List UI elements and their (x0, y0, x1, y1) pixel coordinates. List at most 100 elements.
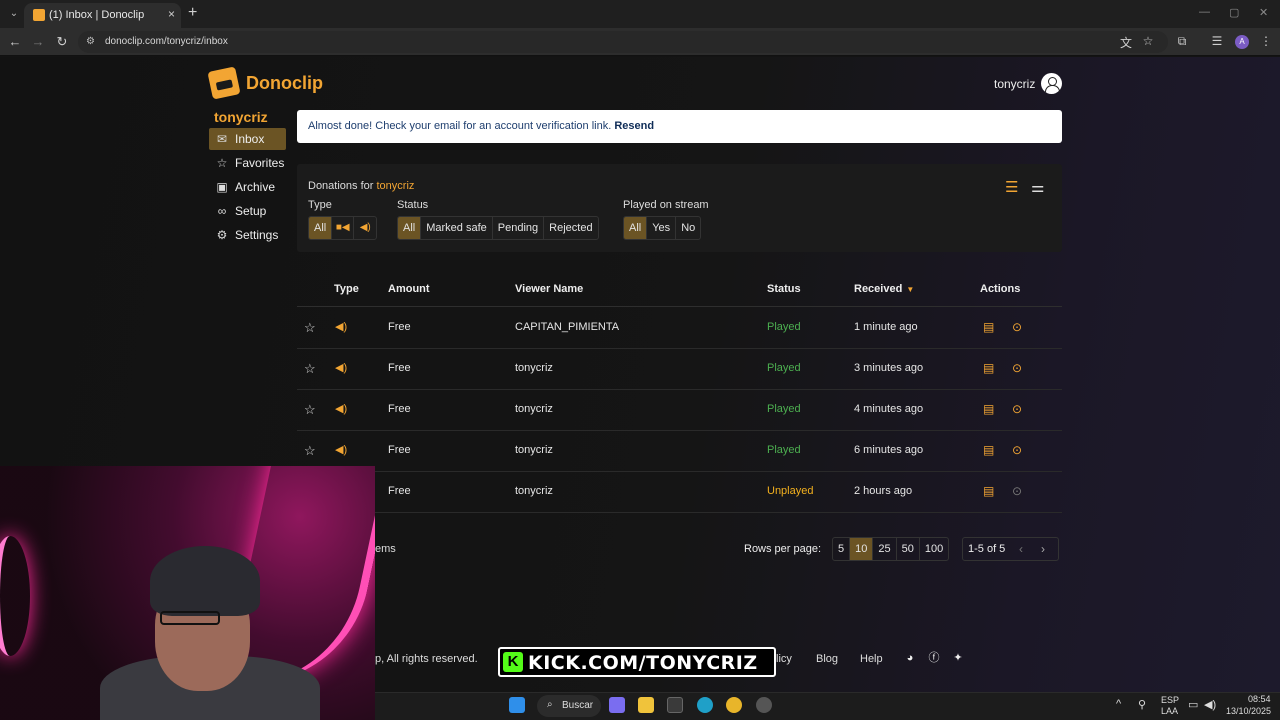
tray-chevron-icon[interactable]: ^ (1116, 698, 1121, 710)
table-row[interactable]: ☆ ◀) Free CAPITAN_PIMIENTA Played 1 minu… (297, 308, 1062, 349)
bookmark-star-icon[interactable]: ☆ (1140, 34, 1156, 48)
network-icon[interactable]: ▭ (1188, 698, 1198, 711)
rows-option-10[interactable]: 10 (850, 538, 874, 560)
gear-icon: ⚙ (216, 228, 228, 242)
play-action-icon[interactable]: ⊙ (1012, 443, 1022, 457)
archive-action-icon[interactable]: ▤ (983, 443, 994, 457)
status-pending-option[interactable]: Pending (493, 217, 545, 239)
viewer-cell: tonycriz (515, 444, 553, 456)
next-page-icon[interactable]: › (1041, 542, 1045, 556)
browser-menu-icon[interactable]: ⋮ (1258, 34, 1274, 48)
rows-option-25[interactable]: 25 (873, 538, 897, 560)
received-cell: 2 hours ago (854, 485, 913, 497)
sidebar-username: tonycriz (214, 109, 268, 125)
received-cell: 1 minute ago (854, 321, 918, 333)
maximize-icon[interactable]: ▢ (1229, 6, 1239, 19)
header-username[interactable]: tonycriz (994, 77, 1035, 91)
sidebar-item-settings[interactable]: ⚙ Settings (209, 224, 286, 246)
video-icon[interactable]: ■◀ (332, 217, 355, 239)
extensions-icon[interactable]: ⧉ (1174, 34, 1190, 49)
footer-blog-link[interactable]: Blog (816, 653, 838, 665)
type-all-option[interactable]: All (309, 217, 333, 239)
archive-action-icon[interactable]: ▤ (983, 402, 994, 416)
rows-option-5[interactable]: 5 (833, 538, 851, 560)
language-layout[interactable]: LAA (1161, 706, 1178, 716)
table-row[interactable]: Free tonycriz Unplayed 2 hours ago ▤ ⊙ (297, 472, 1062, 513)
audio-donation-icon: ◀) (335, 403, 348, 415)
kick-overlay-banner: K KICK.COM/TONYCRIZ (498, 647, 776, 677)
account-icon[interactable] (1041, 73, 1062, 94)
forward-icon[interactable]: → (30, 34, 46, 49)
verification-alert: Almost done! Check your email for an acc… (297, 110, 1062, 143)
played-yes-option[interactable]: Yes (647, 217, 677, 239)
profile-avatar[interactable]: A (1235, 35, 1249, 49)
table-row[interactable]: ☆ ◀) Free tonycriz Played 3 minutes ago … (297, 349, 1062, 390)
browser-tab-bar: ⌄ (1) Inbox | Donoclip × + — ▢ ✕ (0, 0, 1280, 28)
alert-message: Almost done! Check your email for an acc… (308, 120, 654, 132)
sidebar-item-favorites[interactable]: ☆ Favorites (209, 152, 286, 174)
url-text[interactable]: donoclip.com/tonycriz/inbox (105, 36, 228, 47)
resend-link[interactable]: Resend (614, 120, 654, 132)
favorite-star-icon[interactable]: ☆ (304, 443, 316, 459)
translate-icon[interactable]: 文 (1118, 34, 1134, 51)
rows-option-100[interactable]: 100 (920, 538, 948, 560)
table-row[interactable]: ☆ ◀) Free tonycriz Played 6 minutes ago … (297, 431, 1062, 472)
back-icon[interactable]: ← (7, 34, 23, 49)
language-code[interactable]: ESP (1161, 695, 1179, 705)
site-info-icon[interactable]: ⚙ (86, 36, 95, 47)
played-all-option[interactable]: All (624, 217, 648, 239)
clock-date[interactable]: 13/10/2025 (1226, 706, 1271, 716)
archive-action-icon[interactable]: ▤ (983, 361, 994, 375)
play-action-icon[interactable]: ⊙ (1012, 484, 1022, 498)
filter-icon[interactable]: ☰ (1005, 178, 1018, 196)
play-action-icon[interactable]: ⊙ (1012, 402, 1022, 416)
new-tab-icon[interactable]: + (188, 4, 197, 22)
header-received[interactable]: Received ▼ (854, 283, 914, 295)
file-explorer-icon[interactable] (638, 697, 654, 713)
status-marked-safe-option[interactable]: Marked safe (421, 217, 493, 239)
store-icon[interactable] (667, 697, 683, 713)
columns-settings-icon[interactable]: ⚌ (1031, 178, 1044, 196)
volume-icon[interactable]: ◀) (1204, 698, 1216, 711)
tab-close-icon[interactable]: × (168, 7, 175, 21)
play-action-icon[interactable]: ⊙ (1012, 320, 1022, 334)
favorite-star-icon[interactable]: ☆ (304, 402, 316, 418)
window-close-icon[interactable]: ✕ (1259, 6, 1268, 19)
play-action-icon[interactable]: ⊙ (1012, 361, 1022, 375)
browser-tab[interactable]: (1) Inbox | Donoclip × (24, 3, 181, 28)
reading-list-icon[interactable]: ☰ (1209, 34, 1225, 48)
facebook-icon[interactable]: ⓕ (927, 651, 941, 665)
sidebar-item-inbox[interactable]: ✉ Inbox (209, 128, 286, 150)
microphone-icon[interactable]: ⚲ (1138, 698, 1146, 711)
twitter-icon[interactable]: ✦ (951, 651, 965, 665)
windows-start-icon[interactable] (509, 697, 525, 713)
footer-policy-link[interactable]: licy (776, 653, 792, 665)
tab-search-icon[interactable]: ⌄ (6, 6, 22, 22)
donations-title-user[interactable]: tonycriz (377, 180, 415, 192)
chrome-icon[interactable] (726, 697, 742, 713)
played-no-option[interactable]: No (676, 217, 700, 239)
status-rejected-option[interactable]: Rejected (544, 217, 597, 239)
webcam-overlay (0, 466, 375, 720)
clock-time[interactable]: 08:54 (1248, 694, 1271, 704)
footer-help-link[interactable]: Help (860, 653, 883, 665)
table-row[interactable]: ☆ ◀) Free tonycriz Played 4 minutes ago … (297, 390, 1062, 431)
status-all-option[interactable]: All (398, 217, 422, 239)
favorite-star-icon[interactable]: ☆ (304, 320, 316, 336)
rows-option-50[interactable]: 50 (897, 538, 920, 560)
sidebar-item-setup[interactable]: ∞ Setup (209, 200, 286, 222)
copilot-icon[interactable] (609, 697, 625, 713)
archive-action-icon[interactable]: ▤ (983, 484, 994, 498)
sidebar-item-archive[interactable]: ▣ Archive (209, 176, 286, 198)
audio-icon[interactable]: ◀) (354, 217, 376, 239)
favorite-star-icon[interactable]: ☆ (304, 361, 316, 377)
taskbar-search[interactable]: ⌕ Buscar (537, 695, 601, 717)
reload-icon[interactable]: ↻ (54, 34, 70, 50)
archive-action-icon[interactable]: ▤ (983, 320, 994, 334)
address-bar[interactable]: ⚙ donoclip.com/tonycriz/inbox (78, 31, 1168, 53)
edge-icon[interactable] (697, 697, 713, 713)
obs-icon[interactable] (756, 697, 772, 713)
discord-icon[interactable]: ◕ (903, 651, 917, 665)
minimize-icon[interactable]: — (1199, 6, 1210, 18)
prev-page-icon[interactable]: ‹ (1019, 542, 1023, 556)
